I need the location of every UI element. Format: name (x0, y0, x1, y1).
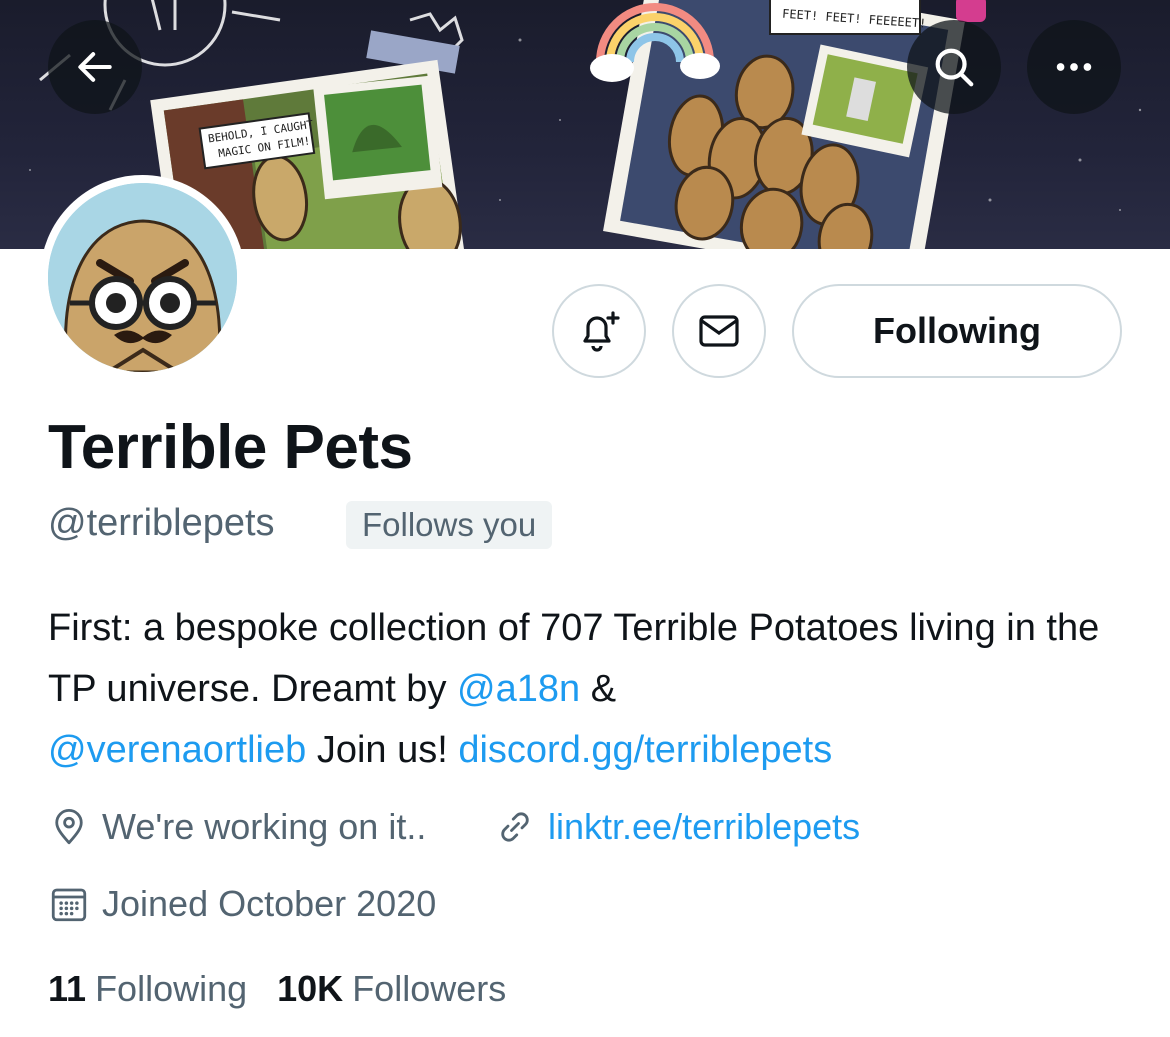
join-date-text: Joined October 2020 (102, 883, 437, 924)
follow-stats: 11 Following 10K Followers (48, 968, 506, 1010)
potato-avatar-image (48, 183, 237, 372)
mention-link-verenaortlieb[interactable]: @verenaortlieb (48, 729, 306, 771)
following-stat[interactable]: 11 Following (48, 968, 247, 1010)
link-icon (501, 812, 529, 842)
location: We're working on it.. (48, 806, 426, 848)
followers-count: 10K (277, 968, 344, 1009)
follows-you-badge: Follows you (346, 501, 553, 549)
join-date: Joined October 2020 (48, 883, 436, 925)
display-name: Terrible Pets (48, 413, 413, 482)
bio: First: a bespoke collection of 707 Terri… (48, 598, 1138, 781)
more-button[interactable] (1027, 20, 1121, 114)
more-horizontal-icon (1056, 63, 1092, 71)
location-pin-icon (55, 808, 83, 845)
mention-link-a18n[interactable]: @a18n (457, 668, 580, 710)
following-label: Following (95, 968, 248, 1009)
bio-text: & (580, 668, 617, 710)
search-button[interactable] (907, 20, 1001, 114)
bell-plus-icon (583, 311, 620, 352)
website[interactable]: linktr.ee/terriblepets (494, 806, 860, 848)
followers-label: Followers (352, 968, 507, 1009)
followers-stat[interactable]: 10K Followers (277, 968, 506, 1010)
discord-link[interactable]: discord.gg/terriblepets (458, 729, 832, 771)
calendar-icon (51, 888, 87, 922)
message-button[interactable] (672, 284, 766, 378)
following-count: 11 (48, 968, 87, 1009)
arrow-left-icon (78, 52, 112, 82)
following-button[interactable]: Following (792, 284, 1122, 378)
avatar[interactable] (40, 175, 245, 380)
bio-text: Join us! (306, 729, 459, 771)
website-link[interactable]: linktr.ee/terriblepets (548, 806, 860, 848)
handle: @terriblepets (48, 502, 275, 544)
search-icon (935, 48, 974, 87)
envelope-icon (699, 315, 739, 347)
back-button[interactable] (48, 20, 142, 114)
location-text: We're working on it.. (102, 806, 427, 847)
notifications-button[interactable] (552, 284, 646, 378)
